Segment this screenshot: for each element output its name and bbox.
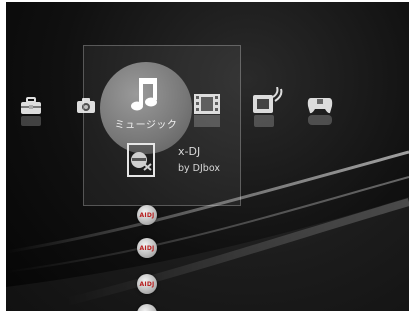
xmb-screen: ミュージック x-DJ by DJbox AIDJ AIDJ AIDJ bbox=[6, 2, 409, 311]
list-item-label: AIDJ bbox=[139, 280, 155, 288]
gamepad-icon[interactable] bbox=[306, 94, 334, 116]
music-note-icon bbox=[131, 78, 157, 111]
list-item[interactable]: AIDJ bbox=[137, 238, 157, 258]
list-item[interactable]: AIDJ bbox=[137, 205, 157, 225]
toolbox-icon-reflection bbox=[18, 116, 44, 126]
toolbox-icon[interactable] bbox=[18, 95, 44, 117]
list-item-label: AIDJ bbox=[139, 244, 155, 252]
selected-item-subtitle: by DJbox bbox=[178, 163, 220, 174]
list-item[interactable]: AIDJ bbox=[137, 274, 157, 294]
selected-item-title: x-DJ bbox=[178, 145, 201, 158]
list-item-label: AIDJ bbox=[139, 211, 155, 219]
tv-icon[interactable] bbox=[250, 86, 284, 116]
tv-icon-reflection bbox=[252, 115, 276, 127]
x-dj-icon[interactable] bbox=[127, 143, 155, 177]
gamepad-icon-reflection bbox=[306, 115, 334, 125]
music-category-highlight[interactable]: ミュージック bbox=[100, 62, 192, 154]
music-category-label: ミュージック bbox=[114, 120, 178, 131]
